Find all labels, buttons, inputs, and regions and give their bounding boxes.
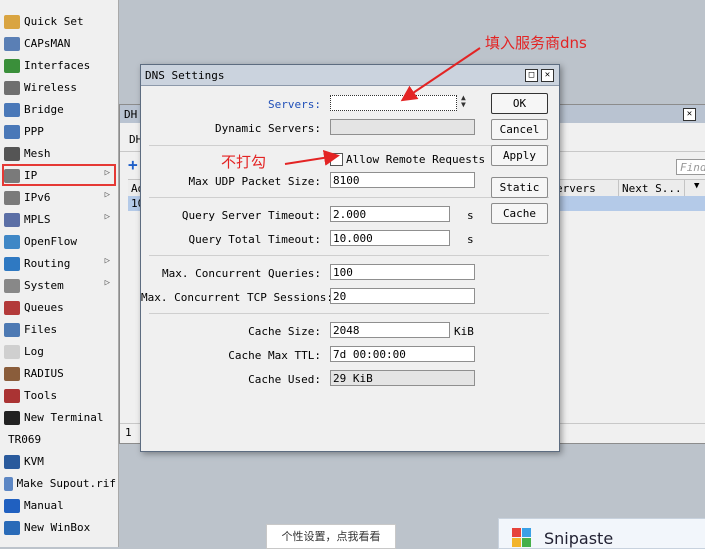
snipaste-label: Snipaste <box>544 529 614 548</box>
snipaste-logo-icon <box>512 528 521 537</box>
annotation-arrows <box>284 47 481 166</box>
personalize-tooltip[interactable]: 个性设置，点我看看 <box>266 524 396 549</box>
arrow-to-servers <box>400 47 481 102</box>
snipaste-notification[interactable]: Snipaste <box>498 518 705 549</box>
arrow-to-checkbox <box>284 149 340 166</box>
